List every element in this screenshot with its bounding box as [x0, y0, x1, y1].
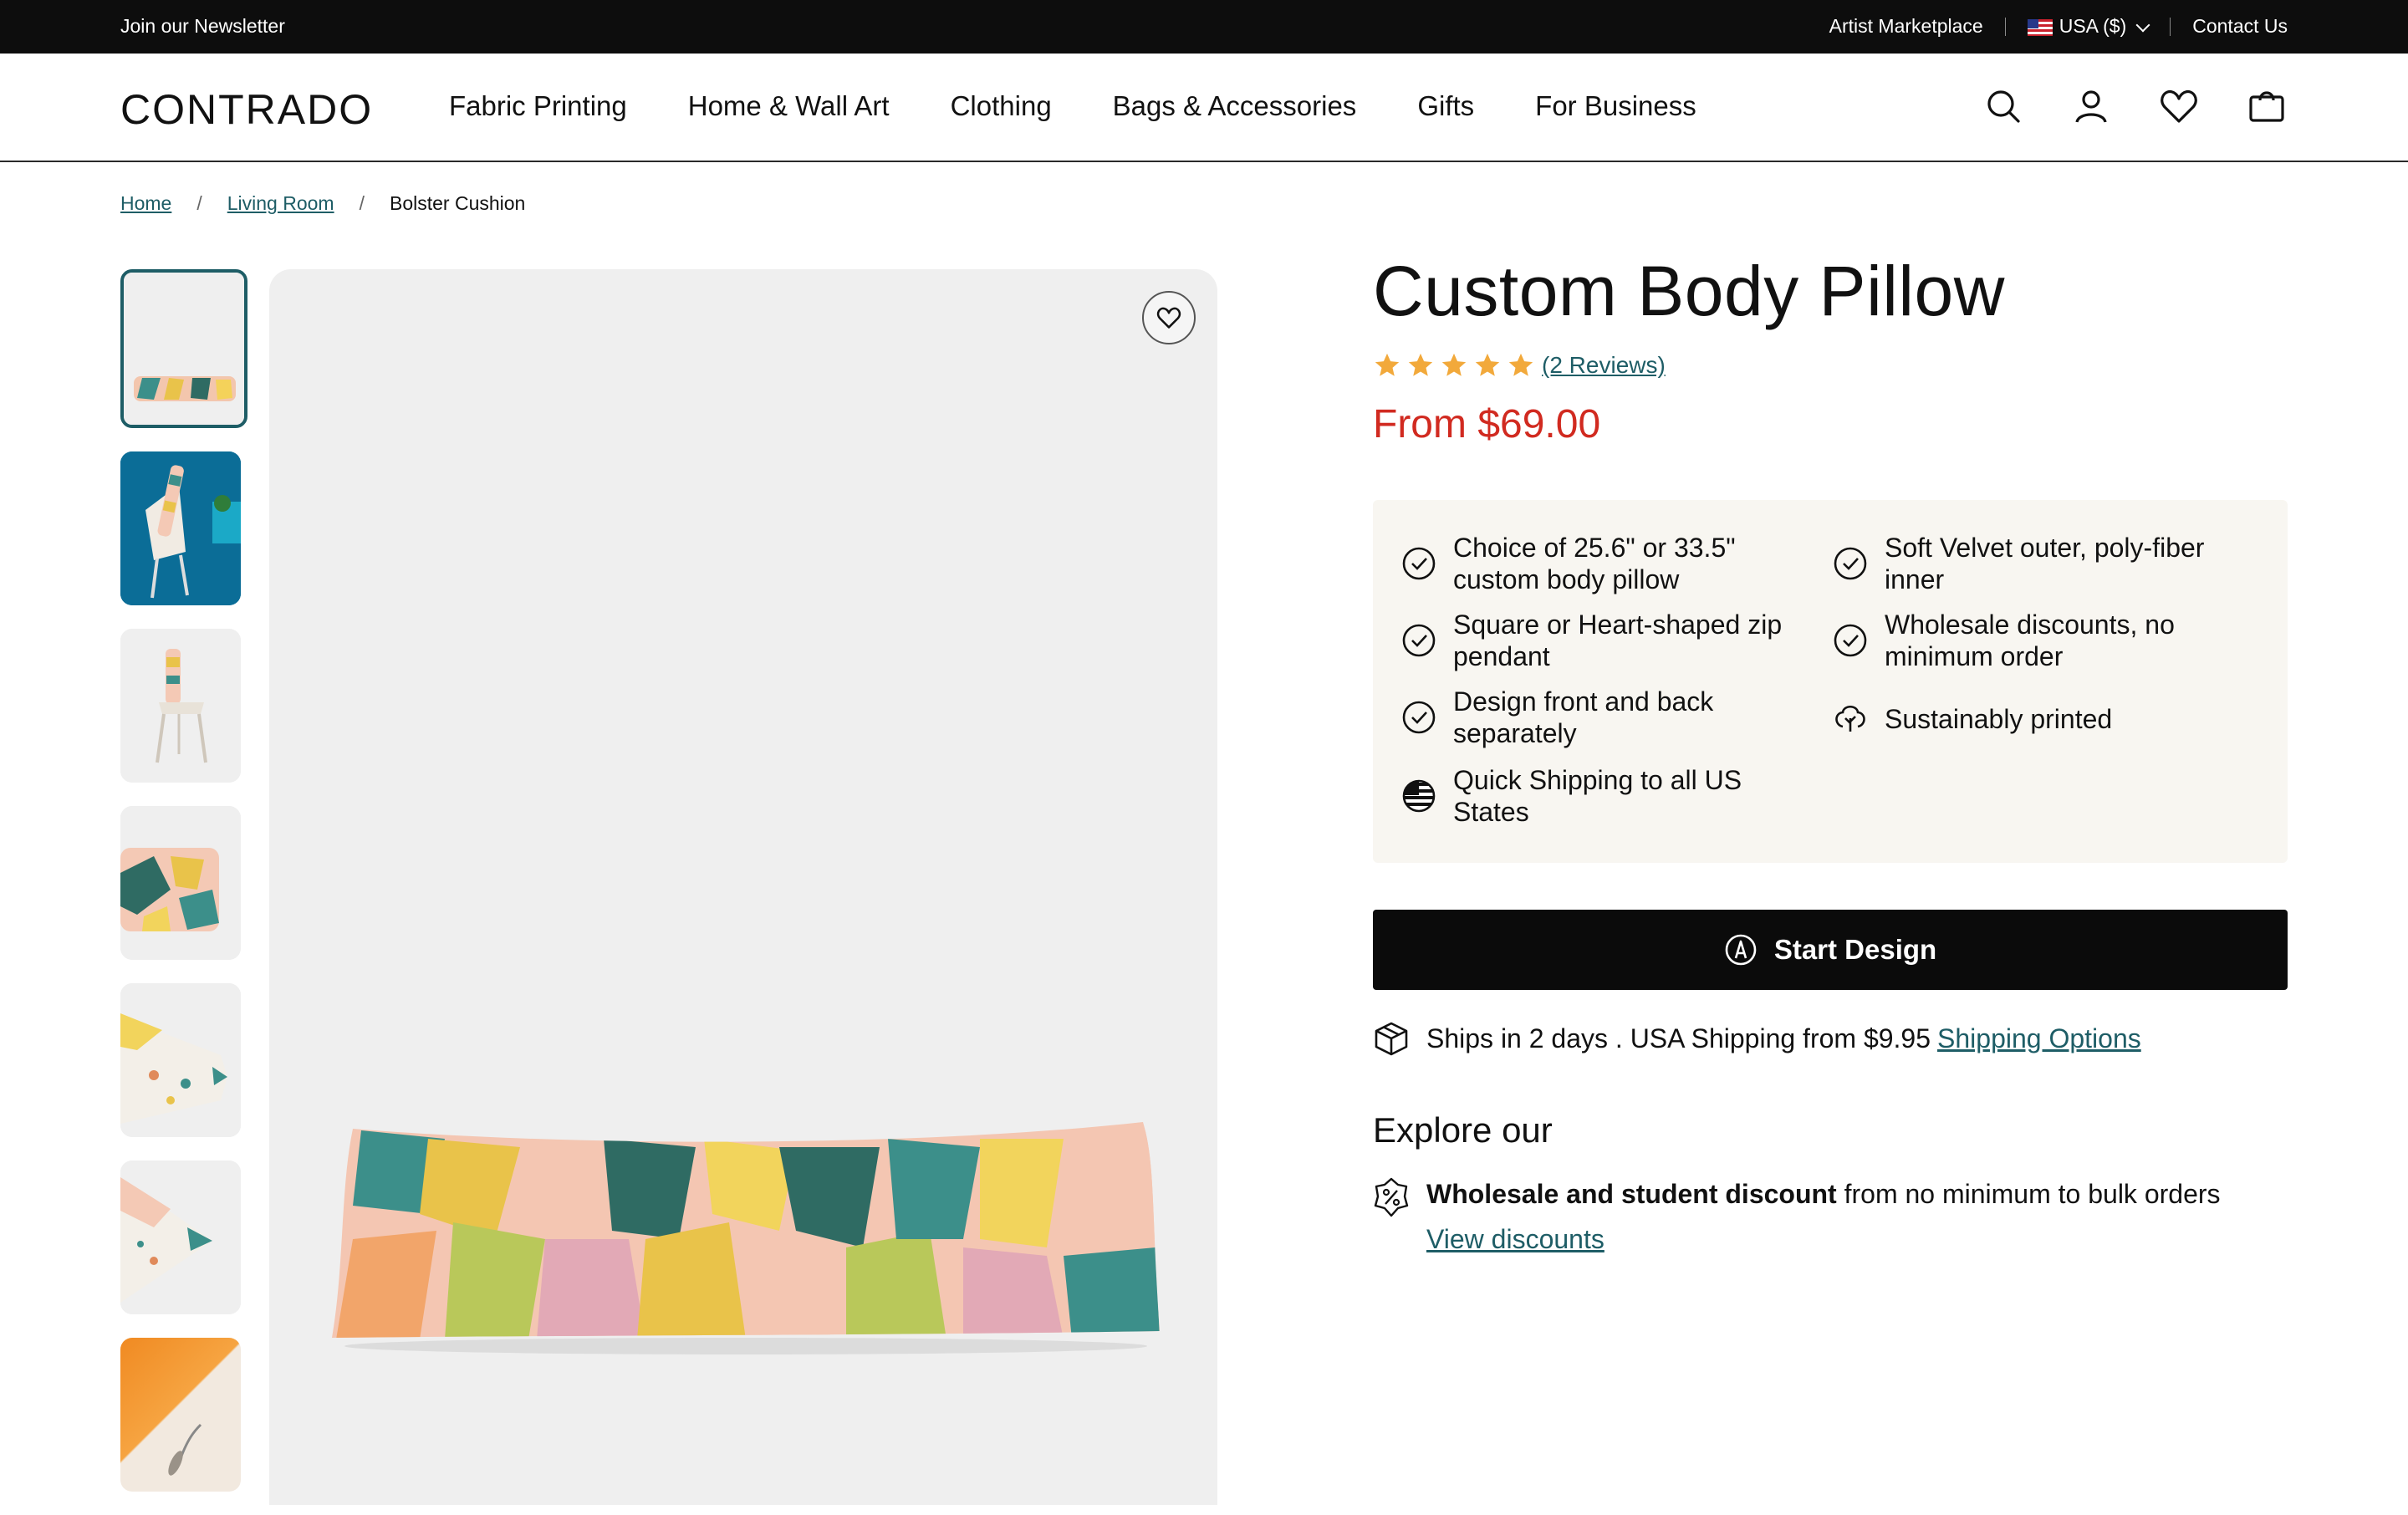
start-design-label: Start Design: [1773, 934, 1937, 965]
feature-item: Quick Shipping to all US States: [1401, 764, 1803, 828]
menu-item-fabric-printing[interactable]: Fabric Printing: [449, 90, 627, 122]
search-icon[interactable]: [1982, 85, 2024, 127]
us-flag-icon: [1402, 779, 1436, 813]
top-bar-right: Artist Marketplace USA ($) Contact Us: [1829, 15, 2288, 38]
product-rating: (2 Reviews): [1373, 351, 1666, 380]
thumbnail-4[interactable]: [120, 806, 241, 960]
check-circle-icon: [1402, 624, 1436, 657]
top-bar: Join our Newsletter Artist Marketplace U…: [0, 0, 2408, 54]
thumbnail-1[interactable]: [120, 269, 247, 428]
wholesale-bold: Wholesale and student discount: [1426, 1179, 1837, 1209]
feature-text: Choice of 25.6" or 33.5" custom body pil…: [1453, 533, 1736, 594]
feature-text: Design front and back separately: [1453, 686, 1714, 748]
bag-icon[interactable]: [2246, 85, 2288, 127]
check-circle-icon: [1834, 624, 1867, 657]
check-circle-icon: [1402, 547, 1436, 580]
logo[interactable]: CONTRADO: [120, 85, 373, 134]
divider: [2004, 17, 2006, 36]
check-circle-icon: [1834, 547, 1867, 580]
star-icon: [1508, 353, 1533, 376]
breadcrumb-separator: /: [359, 192, 365, 214]
discount-tag-icon: [1374, 1177, 1409, 1217]
contact-us-link[interactable]: Contact Us: [2192, 15, 2288, 38]
artist-marketplace-link[interactable]: Artist Marketplace: [1829, 15, 1983, 38]
feature-text: Square or Heart-shaped zip pendant: [1453, 610, 1783, 671]
header-icons: [1936, 85, 2288, 127]
breadcrumb-living-room[interactable]: Living Room: [227, 192, 334, 215]
add-to-wishlist-button[interactable]: [1142, 291, 1196, 344]
feature-text: Quick Shipping to all US States: [1453, 765, 1742, 827]
feature-text: Wholesale discounts, no minimum order: [1885, 610, 2175, 671]
currency-label: USA ($): [2059, 15, 2127, 37]
thumbnail-5[interactable]: [120, 983, 241, 1137]
feature-item: Wholesale discounts, no minimum order: [1833, 609, 2234, 672]
menu-item-bags-accessories[interactable]: Bags & Accessories: [1113, 90, 1357, 122]
chevron-down-icon: [2135, 18, 2150, 33]
feature-item: Design front and back separately: [1401, 686, 1803, 749]
thumbnail-6[interactable]: [120, 1160, 241, 1314]
breadcrumb-home[interactable]: Home: [120, 192, 171, 215]
thumbnail-2[interactable]: [120, 451, 241, 605]
star-icon: [1475, 353, 1500, 376]
menu-item-for-business[interactable]: For Business: [1535, 90, 1696, 122]
breadcrumb-current: Bolster Cushion: [389, 192, 526, 214]
shipping-text: Ships in 2 days . USA Shipping from $9.9…: [1426, 1023, 1931, 1053]
us-flag-icon: [2027, 18, 2053, 36]
feature-list: Choice of 25.6" or 33.5" custom body pil…: [1373, 500, 2288, 863]
divider: [2170, 17, 2171, 36]
star-icon: [1441, 353, 1467, 376]
wholesale-text-block: Wholesale and student discount from no m…: [1426, 1175, 2221, 1258]
main-header: CONTRADO Fabric Printing Home & Wall Art…: [0, 54, 2408, 162]
star-icon: [1375, 353, 1400, 376]
main-menu: Fabric Printing Home & Wall Art Clothing…: [449, 90, 1758, 122]
feature-text: Sustainably printed: [1885, 704, 2113, 734]
reviews-link[interactable]: (2 Reviews): [1542, 352, 1666, 379]
product-price: From $69.00: [1373, 402, 1601, 446]
account-icon[interactable]: [2070, 85, 2112, 127]
feature-text: Soft Velvet outer, poly-fiber inner: [1885, 533, 2205, 594]
thumbnail-3[interactable]: [120, 629, 241, 783]
explore-heading: Explore our: [1373, 1110, 1553, 1150]
feature-item: Square or Heart-shaped zip pendant: [1401, 609, 1803, 672]
heart-icon[interactable]: [2158, 85, 2200, 127]
check-circle-icon: [1402, 701, 1436, 734]
currency-selector[interactable]: USA ($): [2027, 15, 2150, 38]
body-pillow-image: [332, 1122, 1160, 1354]
design-pen-icon: [1725, 934, 1757, 966]
product-title: Custom Body Pillow: [1373, 252, 2005, 330]
wholesale-rest: from no minimum to bulk orders: [1836, 1179, 2221, 1209]
thumbnail-list: [120, 269, 247, 1515]
start-design-button[interactable]: Start Design: [1373, 910, 2288, 990]
feature-item: Soft Velvet outer, poly-fiber inner: [1833, 532, 2234, 595]
thumbnail-7[interactable]: [120, 1338, 241, 1492]
menu-item-gifts[interactable]: Gifts: [1417, 90, 1474, 122]
breadcrumb-separator: /: [196, 192, 202, 214]
package-icon: [1375, 1022, 1408, 1056]
breadcrumb: Home / Living Room / Bolster Cushion: [120, 192, 525, 215]
main-product-image: [269, 269, 1217, 1505]
shipping-options-link[interactable]: Shipping Options: [1937, 1023, 2141, 1054]
shipping-info: Ships in 2 days . USA Shipping from $9.9…: [1373, 1020, 2141, 1057]
wholesale-discount: Wholesale and student discount from no m…: [1373, 1175, 2221, 1258]
view-discounts-link[interactable]: View discounts: [1426, 1220, 2221, 1258]
menu-item-home-wall-art[interactable]: Home & Wall Art: [688, 90, 890, 122]
menu-item-clothing[interactable]: Clothing: [951, 90, 1052, 122]
newsletter-link[interactable]: Join our Newsletter: [120, 15, 285, 38]
star-icon: [1408, 353, 1433, 376]
feature-item: Sustainably printed: [1833, 701, 2234, 737]
feature-item: Choice of 25.6" or 33.5" custom body pil…: [1401, 532, 1803, 595]
tree-icon: [1835, 705, 1865, 732]
